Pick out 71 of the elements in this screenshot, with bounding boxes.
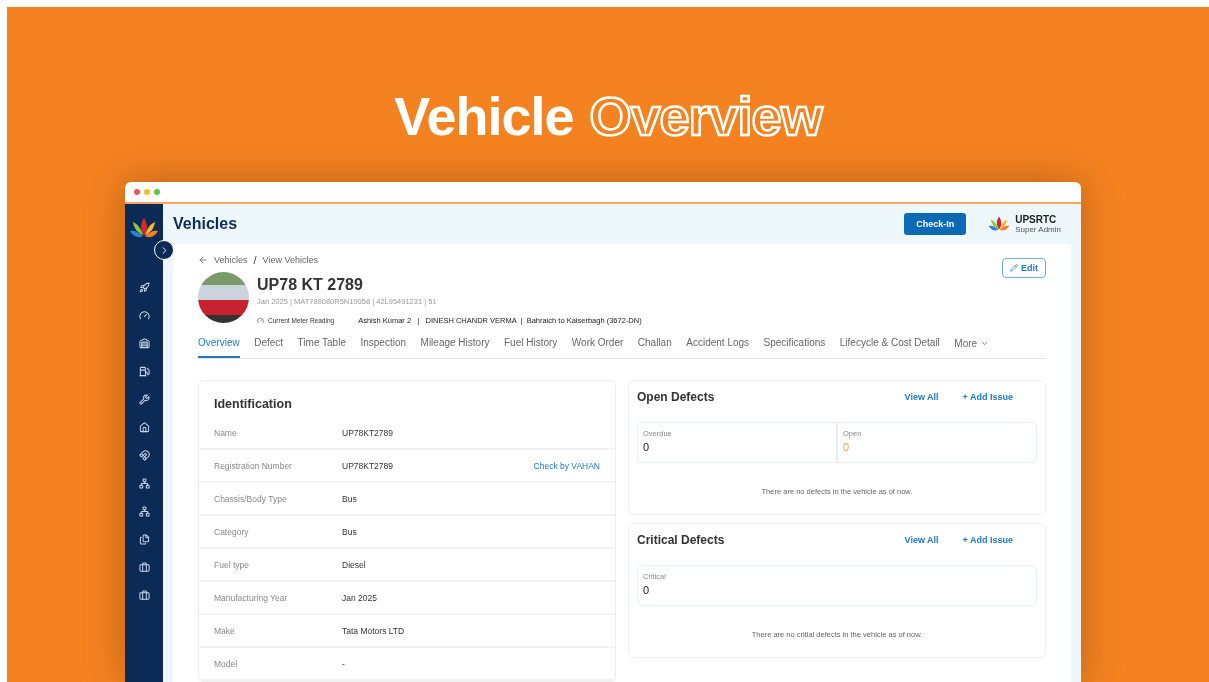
field-value: UP78KT2789	[342, 427, 395, 438]
card-title: Open Defects	[637, 390, 716, 404]
field-label: Manufacturing Year	[214, 592, 289, 603]
tab[interactable]: Time Table	[297, 337, 346, 358]
photo-placeholder	[198, 272, 249, 323]
briefcase-icon[interactable]	[138, 590, 150, 601]
tab[interactable]: Specifications	[763, 337, 826, 358]
back-arrow-icon[interactable]	[198, 255, 208, 265]
wrench-icon[interactable]	[138, 394, 150, 405]
field-label: Category	[214, 526, 250, 537]
add-issue-link[interactable]: + Add Issue	[962, 392, 1013, 402]
breadcrumb-link[interactable]: Vehicles	[214, 255, 248, 265]
view-all-link[interactable]: View All	[904, 392, 939, 402]
meter-icon	[257, 317, 264, 324]
page-title: Vehicles	[173, 215, 239, 233]
stat-value: 0	[843, 441, 851, 453]
files-icon[interactable]	[138, 534, 150, 545]
gauge-icon[interactable]	[138, 310, 150, 321]
card-title: Critical Defects	[637, 533, 726, 547]
tab[interactable]: Lifecycle & Cost Detail	[839, 337, 940, 358]
logo-icon	[129, 216, 159, 240]
tab[interactable]: Challan	[637, 337, 672, 358]
tab[interactable]: Accident Logs	[686, 337, 750, 358]
warehouse-icon[interactable]	[138, 338, 150, 349]
magnet-icon[interactable]	[138, 450, 150, 461]
field-value: Bus	[342, 493, 358, 504]
fuel-pump-icon[interactable]	[138, 366, 150, 377]
minimize-dot[interactable]	[144, 189, 150, 195]
stat-value: 0	[643, 441, 651, 453]
more-tab[interactable]: More	[954, 338, 990, 357]
maximize-dot[interactable]	[154, 189, 160, 195]
breadcrumb-link[interactable]: View Vehicles	[262, 255, 318, 265]
org-logo-icon	[988, 215, 1011, 233]
user-role: Super Admin	[1015, 225, 1061, 234]
check-in-button[interactable]: Check-In	[904, 213, 967, 235]
field-label: Name	[214, 427, 238, 438]
field-label: Chassis/Body Type	[214, 493, 288, 504]
field-label: Registration Number	[214, 460, 293, 471]
tab[interactable]: Inspection	[360, 337, 407, 358]
view-all-link[interactable]: View All	[904, 535, 939, 545]
rocket-icon[interactable]	[138, 282, 150, 293]
house-icon[interactable]	[138, 422, 150, 433]
field-value: -	[342, 658, 346, 669]
field-label: Fuel type	[214, 559, 250, 570]
tab[interactable]: Mileage History	[420, 337, 490, 358]
tab[interactable]: Overview	[198, 337, 240, 358]
tab[interactable]: Work Order	[571, 337, 624, 358]
tab[interactable]: Fuel History	[503, 337, 558, 358]
tab[interactable]: Defect	[254, 337, 284, 358]
hero-title: Vehicle Overview	[394, 85, 822, 148]
field-value: Diesel	[342, 559, 367, 570]
edit-button[interactable]: Edit	[1002, 258, 1046, 278]
field-value: Jan 2025	[342, 592, 378, 603]
add-issue-link[interactable]: + Add Issue	[962, 535, 1013, 545]
field-label: Make	[214, 625, 236, 636]
breadcrumb-separator: /	[253, 254, 257, 266]
close-dot[interactable]	[134, 189, 140, 195]
network-icon[interactable]	[138, 478, 150, 489]
field-label: Model	[214, 658, 239, 669]
network-icon[interactable]	[138, 506, 150, 517]
stat-value: 0	[643, 584, 651, 596]
vehicle-plate: UP78 KT 2789	[257, 276, 364, 294]
card-title: Identification	[213, 396, 293, 413]
field-value: UP78KT2789	[342, 460, 395, 471]
field-value: Tata Motors LTD	[342, 625, 406, 636]
check-link[interactable]: Check by VAHAN	[533, 460, 600, 471]
field-value: Bus	[342, 526, 358, 537]
briefcase-icon[interactable]	[138, 562, 150, 573]
chevron-down-icon	[980, 339, 990, 348]
pencil-icon	[1010, 264, 1018, 272]
org-name: UPSRTC	[1015, 214, 1058, 225]
